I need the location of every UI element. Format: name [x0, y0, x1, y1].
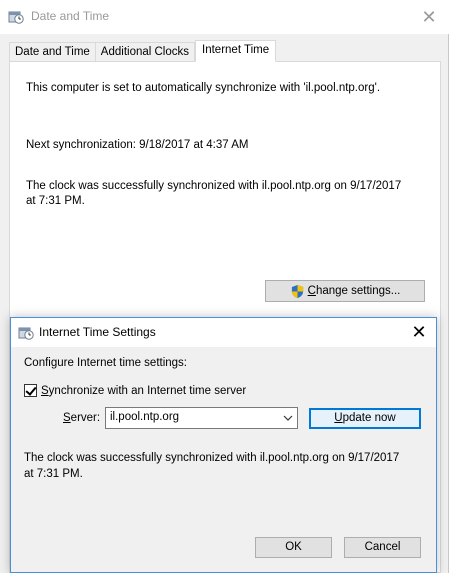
- dialog-status-line-2: at 7:31 PM.: [24, 468, 83, 480]
- dialog-status-line-1: The clock was successfully synchronized …: [24, 452, 400, 464]
- last-sync-line-1: The clock was successfully synchronized …: [26, 180, 402, 192]
- configure-label: Configure Internet time settings:: [24, 357, 187, 369]
- window-title: Date and Time: [31, 9, 110, 23]
- sync-checkbox-label: Synchronize with an Internet time server: [41, 384, 247, 397]
- chevron-down-icon[interactable]: [283, 413, 293, 423]
- server-combobox[interactable]: il.pool.ntp.org: [105, 407, 298, 429]
- date-time-icon: [8, 11, 24, 24]
- internet-time-settings-dialog: Internet Time Settings ✕ Configure Inter…: [10, 317, 437, 573]
- server-value: il.pool.ntp.org: [110, 411, 180, 423]
- dialog-close-button[interactable]: ✕: [406, 319, 432, 345]
- date-time-icon: [18, 327, 34, 340]
- ok-button[interactable]: OK: [255, 537, 332, 558]
- update-now-button[interactable]: Update now: [309, 408, 421, 429]
- change-settings-label: Change settings...: [307, 285, 401, 297]
- sync-checkbox[interactable]: [24, 384, 37, 397]
- auto-sync-text: This computer is set to automatically sy…: [26, 82, 381, 94]
- tab-date-and-time[interactable]: Date and Time: [9, 42, 96, 62]
- tab-additional-clocks[interactable]: Additional Clocks: [95, 42, 196, 62]
- tab-strip: Date and Time Additional Clocks Internet…: [9, 40, 277, 62]
- server-label: Server:: [63, 412, 101, 424]
- uac-shield-icon: [291, 284, 303, 298]
- change-settings-button[interactable]: Change settings...: [265, 280, 425, 302]
- dialog-title: Internet Time Settings: [39, 325, 156, 339]
- window-titlebar[interactable]: Date and Time ✕: [0, 0, 449, 34]
- last-sync-line-2: at 7:31 PM.: [26, 195, 85, 207]
- window-close-button[interactable]: ✕: [415, 4, 443, 30]
- tab-internet-time[interactable]: Internet Time: [195, 40, 277, 62]
- dialog-titlebar[interactable]: Internet Time Settings ✕: [11, 318, 436, 347]
- cancel-button[interactable]: Cancel: [344, 537, 421, 558]
- dialog-status-text: The clock was successfully synchronized …: [24, 450, 424, 482]
- sync-checkbox-row[interactable]: Synchronize with an Internet time server: [24, 384, 246, 397]
- next-sync-text: Next synchronization: 9/18/2017 at 4:37 …: [26, 139, 249, 151]
